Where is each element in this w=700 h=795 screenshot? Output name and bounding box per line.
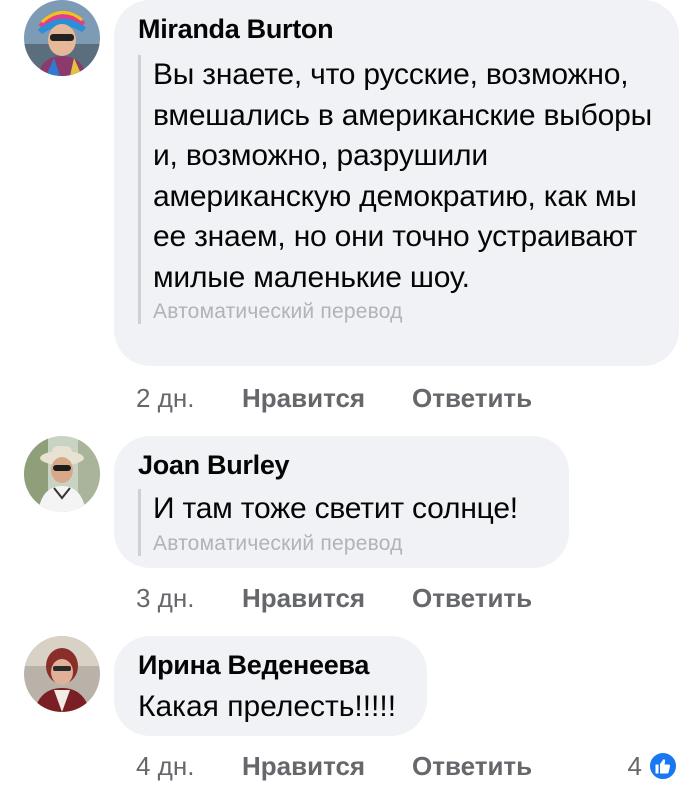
comment-author[interactable]: Miranda Burton <box>138 14 334 45</box>
comment-timestamp[interactable]: 3 дн. <box>136 583 242 614</box>
comment-actions: 3 дн. Нравится Ответить <box>136 578 532 618</box>
thumbs-up-icon <box>648 751 678 781</box>
like-button[interactable]: Нравится <box>242 583 412 614</box>
comment-text: Вы знаете, что русские, возможно, вмешал… <box>153 58 661 294</box>
reply-button[interactable]: Ответить <box>412 751 532 782</box>
auto-translation-label[interactable]: Автоматический перевод <box>153 300 653 324</box>
reply-button[interactable]: Ответить <box>412 383 532 414</box>
like-button[interactable]: Нравится <box>242 751 412 782</box>
reaction-summary[interactable]: 4 <box>628 746 678 786</box>
comment-text: И там тоже светит солнце! <box>153 492 518 525</box>
comment-bubble: Ирина Веденеева Какая прелесть!!!!! <box>114 636 427 736</box>
comment-timestamp[interactable]: 2 дн. <box>136 383 242 414</box>
reaction-count: 4 <box>627 750 642 781</box>
comment-author[interactable]: Ирина Веденеева <box>138 650 369 681</box>
comment-body: И там тоже светит солнце! Автоматический… <box>138 489 558 556</box>
avatar[interactable] <box>24 636 100 712</box>
comment-author[interactable]: Joan Burley <box>138 450 290 481</box>
comment-bubble: Joan Burley И там тоже светит солнце! Ав… <box>114 436 569 568</box>
comment-bubble: Miranda Burton Вы знаете, что русские, в… <box>114 0 679 366</box>
comment-actions: 4 дн. Нравится Ответить <box>136 746 532 786</box>
avatar[interactable] <box>24 0 100 76</box>
auto-translation-label[interactable]: Автоматический перевод <box>153 532 558 556</box>
like-button[interactable]: Нравится <box>242 383 412 414</box>
comment-timestamp[interactable]: 4 дн. <box>136 751 242 782</box>
comment-text: Какая прелесть!!!!! <box>138 690 397 723</box>
comment-actions: 2 дн. Нравится Ответить <box>136 378 532 418</box>
comment-body: Вы знаете, что русские, возможно, вмешал… <box>138 55 653 324</box>
reply-button[interactable]: Ответить <box>412 583 532 614</box>
avatar[interactable] <box>24 436 100 512</box>
